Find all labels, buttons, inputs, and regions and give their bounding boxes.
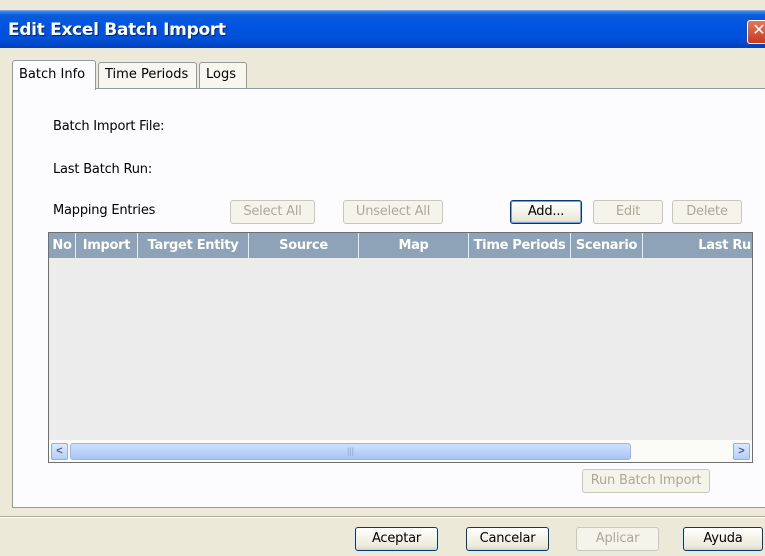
column-header-source[interactable]: Source [249,233,359,258]
run-batch-import-button[interactable]: Run Batch Import [582,469,710,493]
column-header-import[interactable]: Import [76,233,138,258]
mapping-entries-table[interactable]: No Import Target Entity Source Map Time … [48,232,753,463]
window-title: Edit Excel Batch Import [8,20,226,40]
table-header: No Import Target Entity Source Map Time … [49,233,752,258]
cancel-button[interactable]: Cancelar [466,527,549,551]
help-button[interactable]: Ayuda [683,527,763,551]
horizontal-scrollbar[interactable]: < ||| > [49,440,752,462]
mapping-entries-label: Mapping Entries [53,203,156,218]
column-header-no[interactable]: No [49,233,76,258]
scroll-thumb[interactable]: ||| [70,443,631,460]
table-body[interactable] [49,258,752,440]
scroll-left-icon[interactable]: < [51,443,68,460]
apply-button[interactable]: Aplicar [576,527,659,551]
unselect-all-button[interactable]: Unselect All [343,200,443,224]
edit-button[interactable]: Edit [593,200,663,224]
tab-batch-info[interactable]: Batch Info [12,60,96,90]
title-bar: Edit Excel Batch Import ✕ [0,10,765,48]
column-header-map[interactable]: Map [359,233,469,258]
ok-button[interactable]: Aceptar [355,527,438,551]
column-header-target-entity[interactable]: Target Entity [138,233,249,258]
add-button[interactable]: Add... [510,200,582,224]
batch-import-file-label: Batch Import File: [53,119,165,134]
scroll-right-icon[interactable]: > [733,443,750,460]
tab-logs[interactable]: Logs [199,62,247,88]
footer-separator [0,516,765,518]
column-header-time-periods[interactable]: Time Periods [469,233,571,258]
delete-button[interactable]: Delete [672,200,742,224]
select-all-button[interactable]: Select All [230,200,315,224]
last-batch-run-label: Last Batch Run: [53,162,153,177]
close-icon[interactable]: ✕ [747,20,765,44]
column-header-scenario[interactable]: Scenario [571,233,643,258]
tab-time-periods[interactable]: Time Periods [98,62,197,88]
column-header-last-run[interactable]: Last Ru [643,233,752,258]
